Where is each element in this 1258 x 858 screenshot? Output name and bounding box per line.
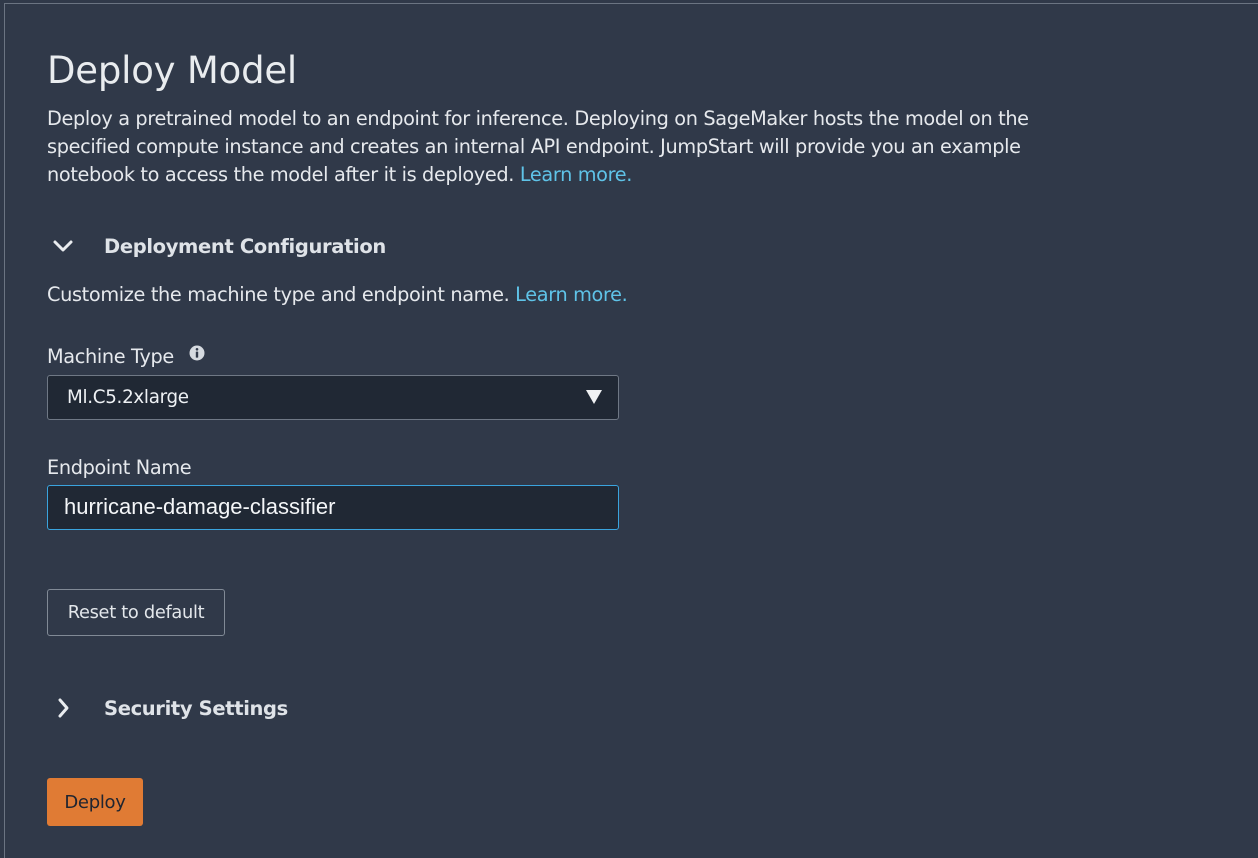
security-settings-title: Security Settings [104,696,288,720]
description-line-1: Deploy a pretrained model to an endpoint… [47,107,1029,130]
deployment-configuration-subtext: Customize the machine type and endpoint … [47,283,628,306]
description-line-2: specified compute instance and creates a… [47,135,1021,158]
chevron-right-icon[interactable] [47,693,79,723]
learn-more-link[interactable]: Learn more. [520,163,633,186]
reset-to-default-button[interactable]: Reset to default [47,589,225,636]
deployment-configuration-header[interactable]: Deployment Configuration [47,231,386,261]
page-description: Deploy a pretrained model to an endpoint… [47,105,1207,189]
security-settings-header[interactable]: Security Settings [47,693,288,723]
page-title: Deploy Model [47,49,298,92]
endpoint-name-input[interactable] [47,485,619,530]
endpoint-name-label-row: Endpoint Name [47,456,192,479]
machine-type-select[interactable]: Ml.C5.2xlarge [47,375,619,420]
learn-more-link-config[interactable]: Learn more. [515,283,628,306]
deploy-model-panel: Deploy Model Deploy a pretrained model t… [4,3,1258,858]
machine-type-label-row: Machine Type [47,345,206,368]
chevron-down-icon[interactable] [47,231,79,261]
info-icon[interactable] [188,344,206,362]
deployment-configuration-title: Deployment Configuration [104,234,386,258]
machine-type-label: Machine Type [47,345,174,368]
caret-down-icon [585,389,603,405]
endpoint-name-label: Endpoint Name [47,456,192,479]
deploy-button[interactable]: Deploy [47,778,143,826]
description-line-3-wrapper: notebook to access the model after it is… [47,161,1207,189]
machine-type-value: Ml.C5.2xlarge [67,387,189,408]
subtext-text: Customize the machine type and endpoint … [47,283,510,306]
description-line-3: notebook to access the model after it is… [47,163,515,186]
